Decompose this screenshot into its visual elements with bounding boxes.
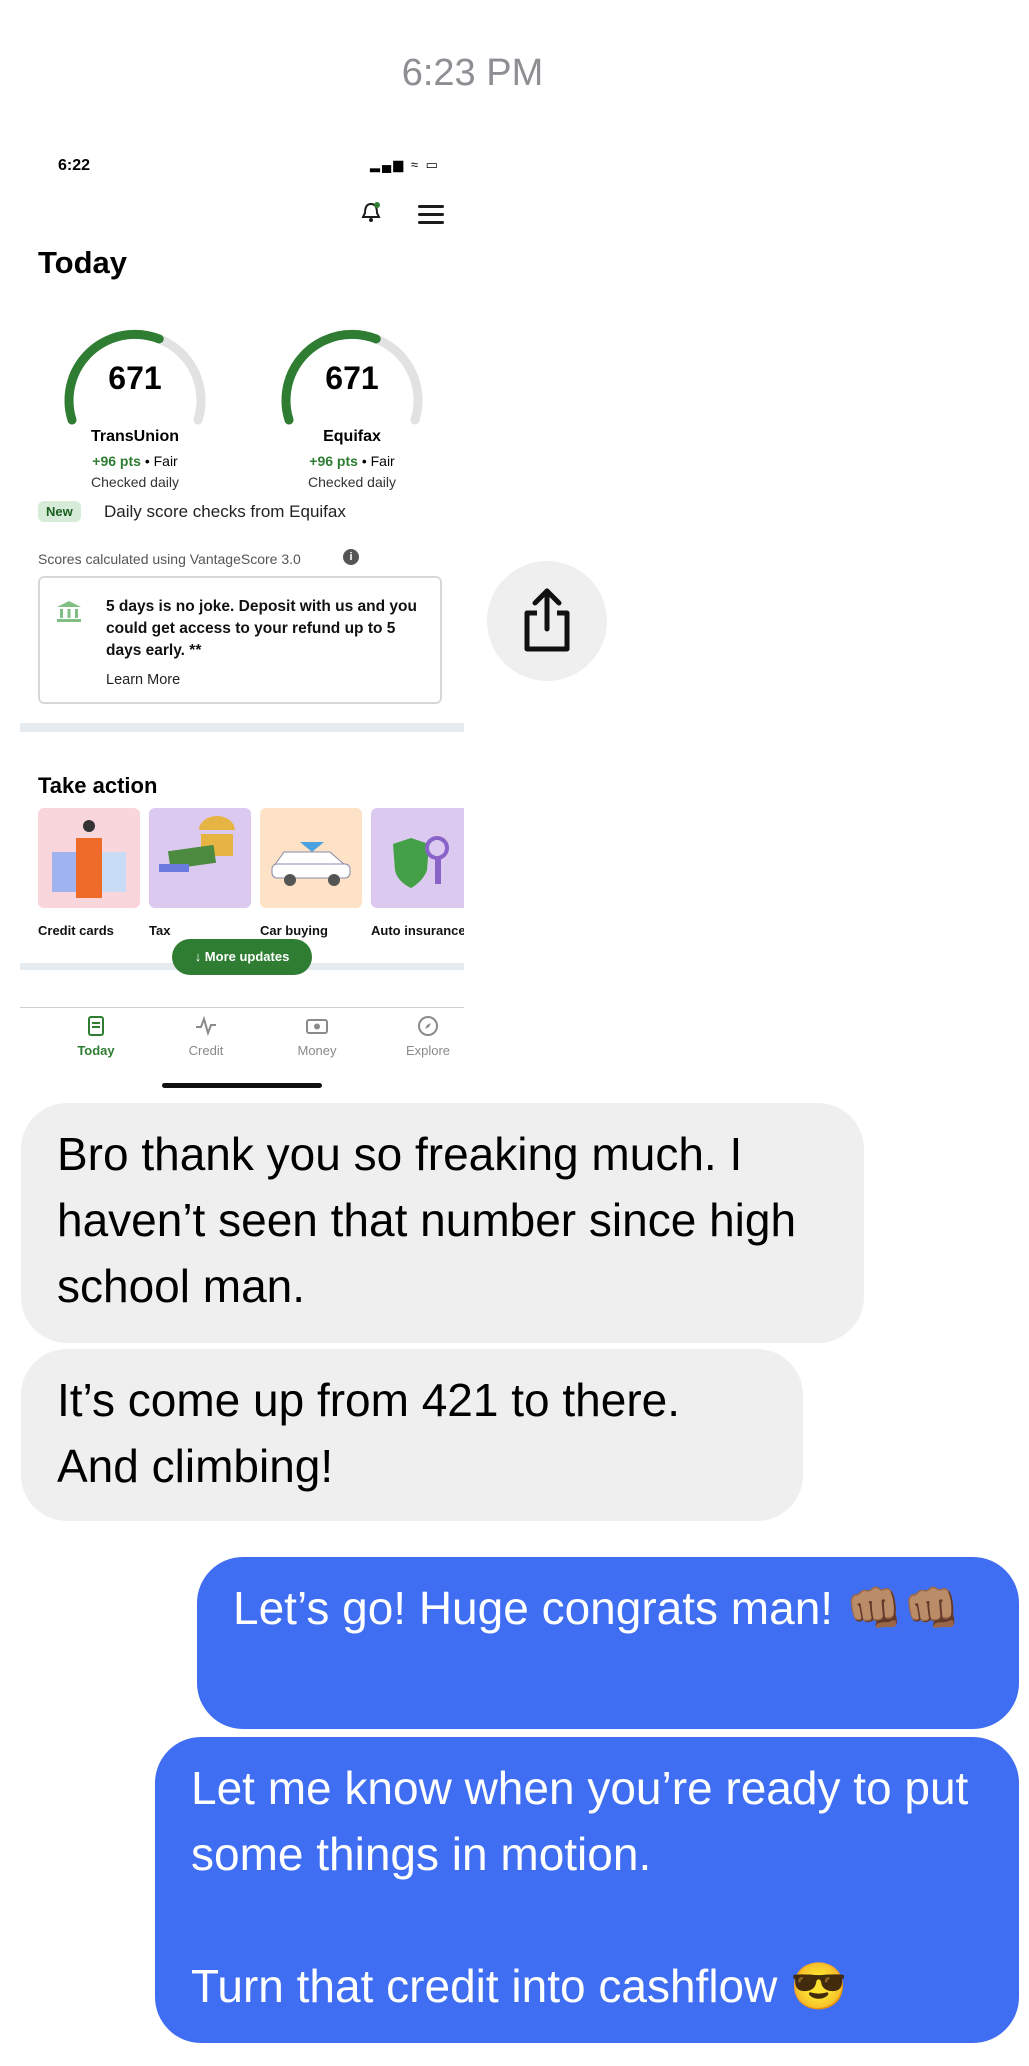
learn-more-link[interactable]: Learn More (106, 672, 180, 688)
promo-card[interactable]: 5 days is no joke. Deposit with us and y… (38, 576, 442, 704)
promo-text: 5 days is no joke. Deposit with us and y… (106, 598, 417, 659)
action-label: Auto insurance (371, 923, 464, 938)
tab-label: Explore (405, 1043, 451, 1058)
compass-icon (418, 1016, 438, 1036)
car-illustration (271, 842, 351, 886)
message-bubble-incoming[interactable]: Bro thank you so freaking much. I haven’… (21, 1103, 864, 1343)
share-icon (524, 588, 570, 652)
vantage-note: Scores calculated using VantageScore 3.0 (38, 551, 301, 567)
new-feature-text: Daily score checks from Equifax (104, 502, 346, 521)
tab-credit[interactable]: Credit (161, 1015, 251, 1058)
status-icons: ▂▄▆ ≈ ▭ (370, 157, 440, 172)
hamburger-menu-icon (418, 205, 444, 224)
page-title: Today (38, 245, 127, 280)
message-bubble-incoming[interactable]: It’s come up from 421 to there. And clim… (21, 1349, 803, 1521)
tab-explore[interactable]: Explore (383, 1015, 464, 1058)
share-button[interactable] (487, 561, 607, 681)
action-label: Tax (149, 923, 171, 938)
action-label: Car buying (260, 923, 328, 938)
tab-label: Today (77, 1043, 115, 1058)
action-label: Credit cards (38, 923, 114, 938)
score-change: +96 pts • Fair (50, 453, 220, 469)
action-card-auto-insurance[interactable] (371, 808, 464, 908)
tab-today[interactable]: Today (51, 1015, 141, 1058)
message-bubble-outgoing[interactable]: Let’s go! Huge congrats man! 👊🏽👊🏽 (197, 1557, 1019, 1729)
checked-frequency: Checked daily (308, 474, 396, 490)
auto-insurance-illustration (393, 836, 449, 888)
tab-label: Money (297, 1043, 337, 1058)
score-value: 671 (108, 360, 162, 396)
take-action-title: Take action (38, 773, 158, 798)
bureau-name: TransUnion (90, 428, 179, 445)
new-badge: New (38, 501, 81, 522)
bank-icon (57, 601, 81, 622)
rating: • Fair (361, 453, 395, 469)
score-gauge-equifax: 671 Equifax +96 pts • Fair Checked daily (267, 310, 437, 490)
home-indicator (162, 1083, 322, 1088)
bell-icon (361, 202, 381, 222)
action-card-car-buying[interactable] (260, 808, 362, 908)
document-icon (88, 1016, 104, 1036)
bureau-name: Equifax (323, 428, 381, 445)
shared-screenshot[interactable]: 6:22 ▂▄▆ ≈ ▭ Today 671 TransUnion +96 pt… (20, 145, 464, 1095)
action-card-tax[interactable] (149, 808, 251, 908)
tab-money[interactable]: Money (272, 1015, 362, 1058)
checked-frequency: Checked daily (91, 474, 179, 490)
action-card-credit-cards[interactable] (38, 808, 140, 908)
points-up: +96 pts (92, 453, 141, 469)
score-change: +96 pts • Fair (267, 453, 437, 469)
section-divider (20, 723, 464, 732)
credit-cards-illustration (52, 820, 126, 898)
score-gauge-transunion: 671 TransUnion +96 pts • Fair Checked da… (50, 310, 220, 490)
pulse-icon (196, 1015, 216, 1037)
message-timestamp: 6:23 PM (401, 52, 544, 94)
rating: • Fair (144, 453, 178, 469)
cash-icon (306, 1019, 328, 1034)
score-value: 671 (325, 360, 379, 396)
more-updates-button[interactable]: ↓ More updates (172, 939, 312, 975)
tab-label: Credit (188, 1043, 224, 1058)
status-time: 6:22 (58, 157, 91, 174)
message-bubble-outgoing[interactable]: Let me know when you’re ready to put som… (155, 1737, 1019, 2043)
tab-bar-border (20, 1007, 464, 1008)
info-icon[interactable]: i (343, 549, 359, 565)
points-up: +96 pts (309, 453, 358, 469)
tax-illustration (159, 816, 235, 872)
